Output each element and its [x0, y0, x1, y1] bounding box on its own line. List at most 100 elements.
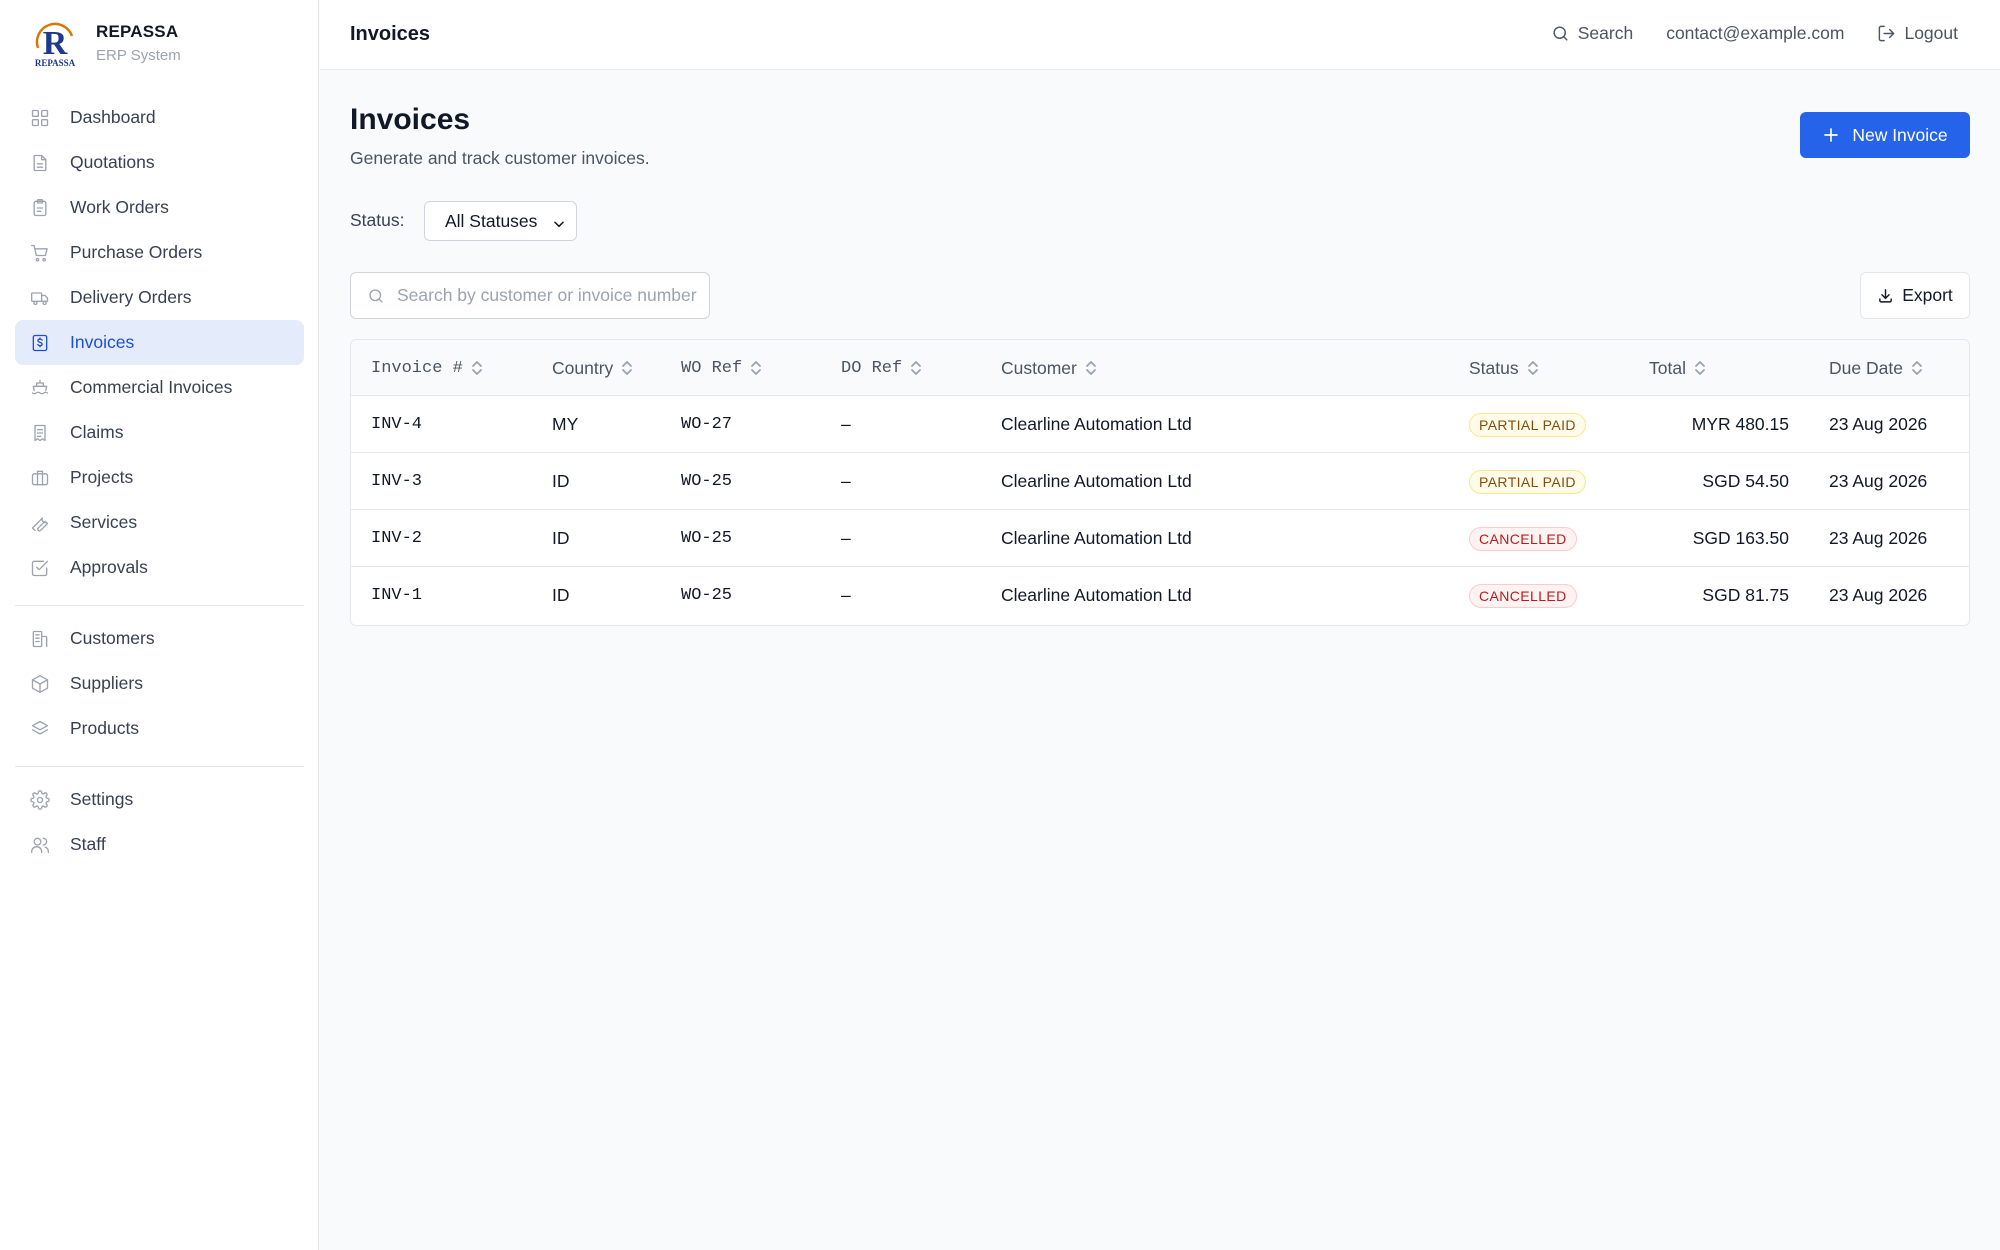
logout-button[interactable]: Logout: [1877, 23, 1958, 44]
table-row[interactable]: INV-4 MY WO-27 – Clearline Automation Lt…: [351, 396, 1969, 453]
cell-invoice: INV-1: [371, 586, 423, 605]
top-bar: Invoices Search contact@example.com Logo…: [320, 0, 2000, 70]
sidebar-item-suppliers[interactable]: Suppliers: [15, 661, 304, 706]
sidebar-item-products[interactable]: Products: [15, 706, 304, 751]
new-invoice-label: New Invoice: [1852, 124, 1948, 145]
sidebar-item-delivery-orders[interactable]: Delivery Orders: [15, 275, 304, 320]
sidebar-item-label: Settings: [70, 789, 134, 809]
sidebar-divider: [15, 605, 304, 606]
column-header-invoice[interactable]: Invoice #: [371, 340, 483, 396]
sidebar-item-services[interactable]: Services: [15, 500, 304, 545]
sidebar-item-claims[interactable]: Claims: [15, 410, 304, 455]
status-badge: PARTIAL PAID: [1469, 412, 1586, 437]
sidebar-item-label: Delivery Orders: [70, 287, 192, 307]
cell-customer: Clearline Automation Ltd: [1001, 471, 1192, 491]
sidebar-item-settings[interactable]: Settings: [15, 777, 304, 822]
sort-icon: [1912, 361, 1922, 375]
cell-due-date: 23 Aug 2026: [1829, 528, 1928, 548]
building-icon: [30, 629, 50, 649]
document-icon: [30, 153, 50, 173]
cell-customer: Clearline Automation Ltd: [1001, 528, 1192, 548]
column-header-wo-ref[interactable]: WO Ref: [681, 340, 762, 396]
cell-customer: Clearline Automation Ltd: [1001, 414, 1192, 434]
status-badge: PARTIAL PAID: [1469, 469, 1586, 494]
invoice-search-field[interactable]: [350, 272, 710, 319]
sidebar-item-work-orders[interactable]: Work Orders: [15, 185, 304, 230]
sidebar-item-commercial-invoices[interactable]: Commercial Invoices: [15, 365, 304, 410]
dollar-receipt-icon: [30, 333, 50, 353]
sidebar-item-label: Customers: [70, 628, 155, 648]
chevron-down-icon: [552, 215, 566, 229]
cell-wo-ref: WO-25: [681, 472, 733, 491]
sidebar-item-projects[interactable]: Projects: [15, 455, 304, 500]
brand[interactable]: R REPASSA REPASSA ERP System: [30, 18, 181, 68]
status-filter-select[interactable]: All Statuses: [424, 201, 577, 241]
export-button[interactable]: Export: [1860, 272, 1970, 319]
sidebar-item-purchase-orders[interactable]: Purchase Orders: [15, 230, 304, 275]
cell-wo-ref: WO-25: [681, 529, 733, 548]
layers-icon: [30, 719, 50, 739]
brand-subtitle: ERP System: [96, 47, 181, 64]
users-icon: [30, 835, 50, 855]
logout-icon: [1879, 25, 1895, 42]
cell-status: PARTIAL PAID: [1469, 396, 1586, 453]
table-row[interactable]: INV-2 ID WO-25 – Clearline Automation Lt…: [351, 510, 1969, 567]
ship-icon: [30, 378, 50, 398]
gear-icon: [30, 789, 50, 810]
cell-country: MY: [552, 414, 579, 434]
search-icon: [1553, 26, 1568, 41]
table-row[interactable]: INV-1 ID WO-25 – Clearline Automation Lt…: [351, 567, 1969, 624]
sidebar-item-label: Products: [70, 718, 140, 738]
invoices-table: Invoice # Country WO Ref DO Ref Customer…: [350, 339, 1970, 626]
svg-text:R: R: [43, 25, 68, 62]
column-header-customer[interactable]: Customer: [1001, 340, 1097, 396]
column-header-due-date[interactable]: Due Date: [1829, 340, 1923, 396]
clipboard-icon: [30, 198, 50, 218]
column-header-do-ref[interactable]: DO Ref: [841, 340, 922, 396]
sort-icon: [471, 361, 482, 375]
sidebar-item-label: Suppliers: [70, 673, 143, 693]
cell-total: SGD 81.75: [1702, 585, 1789, 605]
cell-do-ref: –: [841, 414, 851, 434]
sidebar-item-quotations[interactable]: Quotations: [15, 140, 304, 185]
new-invoice-button[interactable]: New Invoice: [1800, 112, 1970, 158]
sort-icon: [1527, 361, 1538, 375]
sidebar-item-approvals[interactable]: Approvals: [15, 545, 304, 590]
search-icon: [369, 288, 383, 303]
column-header-total[interactable]: Total: [1649, 340, 1706, 396]
cell-total: SGD 54.50: [1702, 471, 1789, 491]
sidebar-item-label: Approvals: [70, 557, 148, 577]
sidebar-item-staff[interactable]: Staff: [15, 822, 304, 867]
cell-due-date: 23 Aug 2026: [1829, 414, 1928, 434]
grid-icon: [30, 108, 50, 128]
cell-customer: Clearline Automation Ltd: [1001, 585, 1192, 605]
column-header-country[interactable]: Country: [552, 340, 633, 396]
cell-due-date: 23 Aug 2026: [1829, 471, 1928, 491]
sidebar-nav-directory: Customers Suppliers Products: [15, 616, 304, 751]
sidebar-item-invoices[interactable]: Invoices: [15, 320, 304, 365]
status-badge: CANCELLED: [1469, 526, 1577, 551]
header-title: Invoices: [350, 23, 431, 45]
plus-icon: [1824, 128, 1839, 142]
table-row[interactable]: INV-3 ID WO-25 – Clearline Automation Lt…: [351, 453, 1969, 510]
invoice-search-input[interactable]: [397, 285, 697, 306]
header-search-button[interactable]: Search: [1551, 23, 1633, 44]
cell-country: ID: [552, 585, 570, 605]
page-title: Invoices: [350, 103, 471, 136]
column-header-status[interactable]: Status: [1469, 340, 1539, 396]
sidebar-item-dashboard[interactable]: Dashboard: [15, 95, 304, 140]
cell-country: ID: [552, 528, 570, 548]
cart-icon: [30, 243, 50, 263]
logout-label: Logout: [1904, 23, 1958, 43]
sidebar-item-customers[interactable]: Customers: [15, 616, 304, 661]
sort-icon: [911, 361, 922, 375]
sidebar-item-label: Commercial Invoices: [70, 377, 233, 397]
status-filter-label: Status:: [350, 210, 405, 230]
sort-icon: [622, 361, 633, 375]
sort-icon: [751, 361, 762, 375]
check-square-icon: [30, 558, 50, 578]
status-filter-value: All Statuses: [445, 210, 538, 231]
logo: R REPASSA: [30, 18, 80, 68]
cell-invoice: INV-3: [371, 472, 423, 491]
wrench-icon: [30, 513, 50, 533]
